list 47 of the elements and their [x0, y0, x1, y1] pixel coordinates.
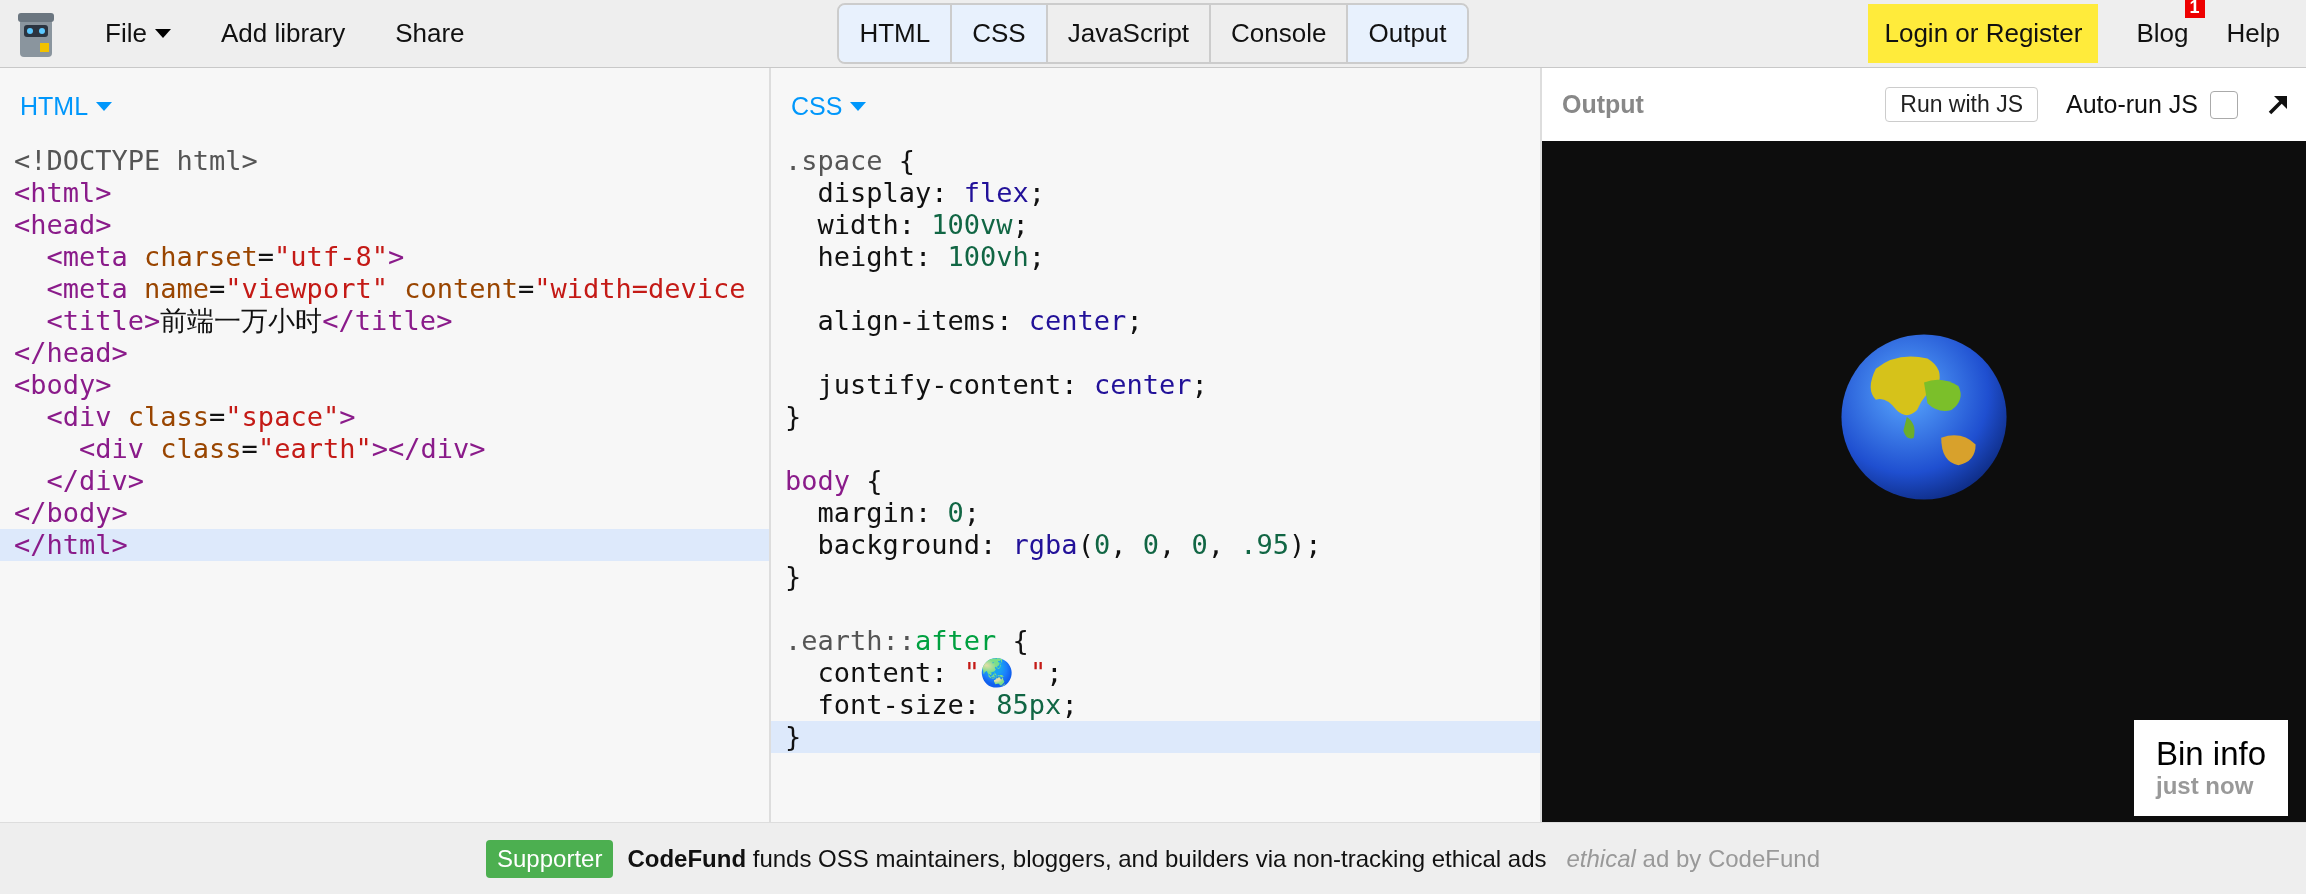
- code-line: width: 100vw;: [816, 209, 1030, 241]
- code-line: body {: [784, 465, 884, 497]
- code-line: }: [784, 561, 803, 593]
- code-line: </div>: [45, 465, 146, 497]
- code-line: }: [784, 401, 803, 433]
- timestamp: just now: [2156, 772, 2255, 800]
- menu-item[interactable]: File: [84, 18, 192, 49]
- code-line: height: 100vh;: [816, 241, 1047, 273]
- checkbox-label: Auto-run JS: [2066, 90, 2198, 119]
- caret-icon: [850, 101, 867, 112]
- code-line: </body>: [13, 497, 129, 529]
- info-card[interactable]: Bin info just now: [2134, 720, 2288, 816]
- code-line: justify-content: center;: [816, 369, 1209, 401]
- code-line: <title>前端一万小时</title>: [45, 305, 454, 337]
- code-line: .earth::after {: [784, 625, 1030, 657]
- code-line: margin: 0;: [816, 497, 982, 529]
- panel-tab[interactable]: CSS: [950, 5, 1046, 62]
- ad-text[interactable]: CodeFund funds OSS maintainers, bloggers, and builders via non-tracking ethical ads: [627, 844, 1547, 873]
- notification-badge: 1: [2184, 0, 2205, 18]
- login-button[interactable]: Login or Register: [1868, 4, 2099, 63]
- code-line: <meta name="viewport" content="width=device: [45, 273, 747, 305]
- code-line: <html>: [13, 177, 113, 209]
- code-line: <head>: [13, 209, 113, 241]
- panel-title: Output: [1562, 90, 1645, 119]
- code-line: <body>: [13, 369, 113, 401]
- code-line: <meta charset="utf-8">: [45, 241, 406, 273]
- code-line: font-size: 85px;: [816, 689, 1079, 721]
- menu-item[interactable]: Share: [374, 18, 486, 49]
- autorun-checkbox[interactable]: [2210, 90, 2238, 119]
- code-line: align-items: center;: [816, 305, 1144, 337]
- code-line: display: flex;: [816, 177, 1047, 209]
- menu-item[interactable]: Add library: [199, 18, 367, 49]
- panel-tab[interactable]: HTML: [839, 5, 951, 62]
- code-line: </head>: [13, 337, 129, 369]
- code-line: .space {: [784, 145, 917, 177]
- code-line: <div class="earth"></div>: [78, 433, 487, 465]
- panel-tab[interactable]: Output: [1346, 5, 1467, 62]
- run-button[interactable]: Run with JS: [1885, 87, 2038, 122]
- supporter-badge: Supporter: [486, 839, 614, 878]
- code-line: content: "🌏 ";: [816, 657, 1064, 689]
- card-title: Bin info: [2156, 736, 2268, 772]
- code-line: background: rgba(0, 0, 0, .95);: [816, 529, 1323, 561]
- code-line: <!DOCTYPE html>: [13, 145, 259, 177]
- code-line: <div class="space">: [45, 401, 357, 433]
- caret-icon: [96, 101, 113, 112]
- nav-link[interactable]: Blog: [2136, 18, 2189, 48]
- nav-link[interactable]: Help: [2226, 18, 2280, 48]
